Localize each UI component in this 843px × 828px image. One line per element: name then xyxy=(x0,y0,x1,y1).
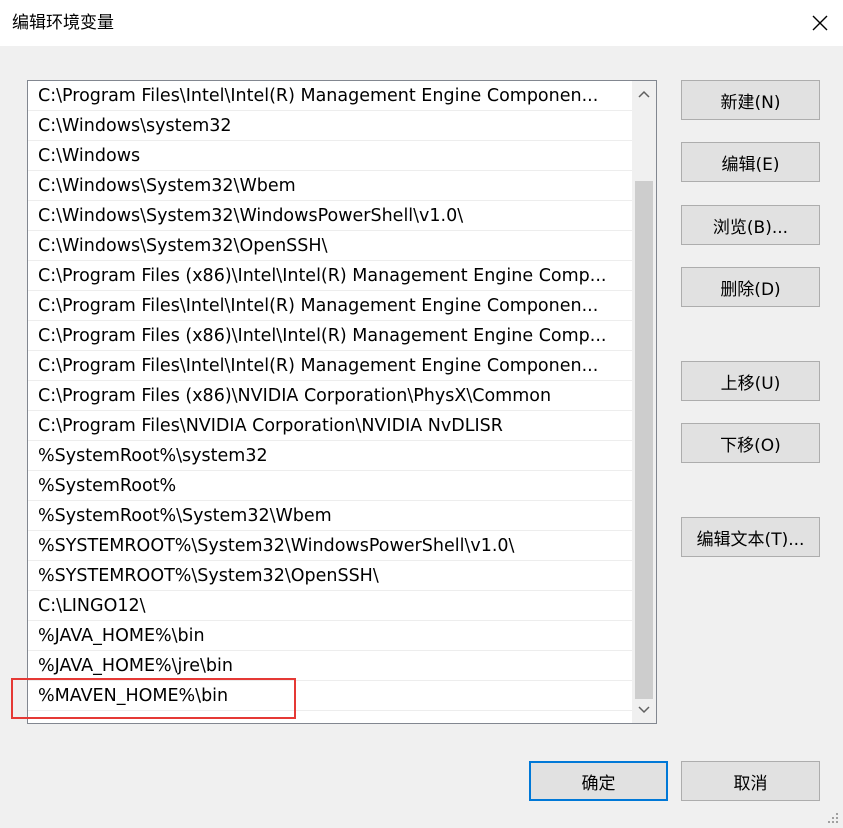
edit-text-button[interactable]: 编辑文本(T)... xyxy=(681,517,820,557)
title-bar: 编辑环境变量 xyxy=(0,0,843,46)
move-down-button[interactable]: 下移(O) xyxy=(681,423,820,463)
list-item[interactable]: %SystemRoot% xyxy=(28,471,632,501)
list-item[interactable]: %SystemRoot%\system32 xyxy=(28,441,632,471)
list-item[interactable]: C:\Windows xyxy=(28,141,632,171)
list-item[interactable]: C:\Windows\system32 xyxy=(28,111,632,141)
close-button[interactable] xyxy=(797,0,843,46)
list-item[interactable]: C:\Windows\System32\Wbem xyxy=(28,171,632,201)
resize-grip-icon[interactable] xyxy=(825,810,839,824)
list-item[interactable]: %SYSTEMROOT%\System32\OpenSSH\ xyxy=(28,561,632,591)
list-item[interactable]: %JAVA_HOME%\bin xyxy=(28,621,632,651)
path-list[interactable]: C:\Program Files\Intel\Intel(R) Manageme… xyxy=(27,80,657,724)
list-item[interactable]: C:\Program Files\Intel\Intel(R) Manageme… xyxy=(28,81,632,111)
scroll-thumb[interactable] xyxy=(635,181,653,699)
browse-button[interactable]: 浏览(B)... xyxy=(681,205,820,245)
move-up-button[interactable]: 上移(U) xyxy=(681,361,820,401)
close-icon xyxy=(812,15,828,31)
list-item[interactable]: C:\Windows\System32\WindowsPowerShell\v1… xyxy=(28,201,632,231)
list-item[interactable]: C:\Program Files (x86)\NVIDIA Corporatio… xyxy=(28,381,632,411)
scroll-up-button[interactable] xyxy=(632,81,656,107)
cancel-button[interactable]: 取消 xyxy=(681,761,820,801)
list-item[interactable]: C:\Program Files (x86)\Intel\Intel(R) Ma… xyxy=(28,321,632,351)
list-item[interactable]: %SystemRoot%\System32\Wbem xyxy=(28,501,632,531)
vertical-scrollbar[interactable] xyxy=(632,81,656,723)
window-title: 编辑环境变量 xyxy=(12,13,114,33)
list-item[interactable]: %MAVEN_HOME%\bin xyxy=(28,681,632,711)
delete-button[interactable]: 删除(D) xyxy=(681,267,820,307)
edit-button[interactable]: 编辑(E) xyxy=(681,142,820,182)
list-item[interactable]: C:\Program Files (x86)\Intel\Intel(R) Ma… xyxy=(28,261,632,291)
list-item[interactable]: C:\Program Files\NVIDIA Corporation\NVID… xyxy=(28,411,632,441)
list-item[interactable]: C:\Program Files\Intel\Intel(R) Manageme… xyxy=(28,291,632,321)
new-button[interactable]: 新建(N) xyxy=(681,80,820,120)
scroll-down-button[interactable] xyxy=(632,697,656,723)
chevron-up-icon xyxy=(638,90,650,98)
list-item[interactable]: %SYSTEMROOT%\System32\WindowsPowerShell\… xyxy=(28,531,632,561)
chevron-down-icon xyxy=(638,706,650,714)
list-item[interactable]: C:\Windows\System32\OpenSSH\ xyxy=(28,231,632,261)
list-item[interactable]: %JAVA_HOME%\jre\bin xyxy=(28,651,632,681)
list-item[interactable]: C:\LINGO12\ xyxy=(28,591,632,621)
ok-button[interactable]: 确定 xyxy=(529,761,668,801)
list-item[interactable]: C:\Program Files\Intel\Intel(R) Manageme… xyxy=(28,351,632,381)
